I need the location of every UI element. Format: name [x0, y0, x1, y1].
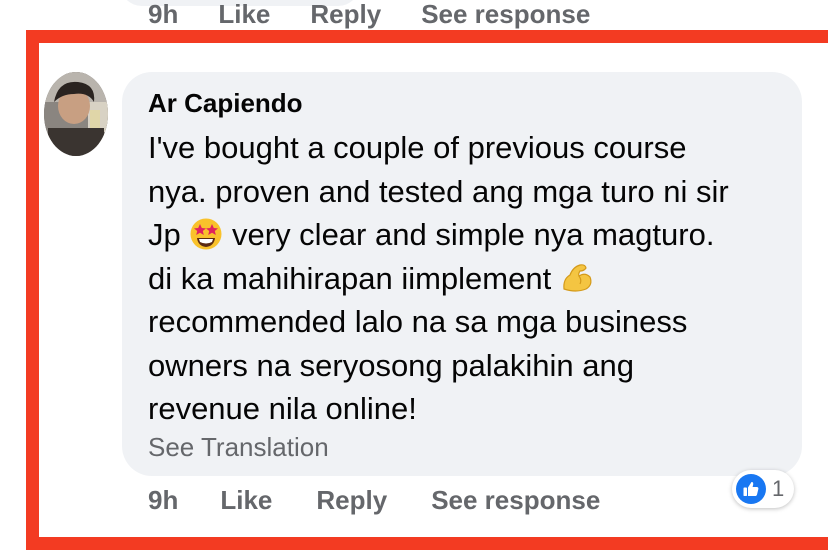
comment-line-3-text: very clear and simple nya magturo.	[232, 217, 715, 252]
comment-line-4-text: di ka mahihirapan iimplement	[148, 260, 552, 296]
comment-line-6: owners na seryosong palakihin ang	[148, 347, 634, 383]
author-avatar[interactable]	[44, 72, 108, 156]
comment-timestamp[interactable]: 9h	[148, 485, 178, 516]
comment-line-1: I've bought a couple of previous course	[148, 130, 687, 165]
comment-line-3: Jp very clear and simple nya magturo.	[148, 213, 788, 257]
comment-author-name[interactable]: Ar Capiendo	[148, 88, 303, 119]
comment-line-7: revenue nila online!	[148, 391, 417, 426]
flexed-biceps-icon	[563, 263, 592, 292]
reaction-summary[interactable]: 1	[732, 470, 795, 508]
reaction-count: 1	[772, 476, 785, 501]
star-struck-emoji-icon	[190, 218, 222, 250]
comment-screenshot: 9h Like Reply See response Ar Capiendo I…	[0, 0, 828, 560]
previous-comment-time: 9h	[148, 0, 179, 29]
avatar-photo	[44, 72, 108, 156]
comment-line-3-prefix: Jp	[148, 217, 181, 252]
previous-reply-button[interactable]: Reply	[310, 0, 381, 30]
previous-comment-actions: 9h Like Reply See response	[148, 0, 630, 34]
like-icon	[736, 474, 766, 504]
reply-button[interactable]: Reply	[316, 485, 387, 516]
comment-line-5: recommended lalo na sa mga business	[148, 304, 688, 339]
previous-like-button[interactable]: Like	[218, 0, 270, 30]
comment-actions: 9h Like Reply See response	[148, 480, 600, 520]
see-response-button[interactable]: See response	[431, 485, 600, 516]
previous-see-response-button[interactable]: See response	[421, 0, 590, 30]
thumbs-up-icon	[743, 481, 759, 496]
comment-body: I've bought a couple of previous course …	[148, 126, 788, 431]
comment-line-2: nya. proven and tested ang mga turo ni s…	[148, 173, 729, 209]
see-translation-link[interactable]: See Translation	[148, 432, 329, 463]
like-button[interactable]: Like	[220, 485, 272, 516]
comment-line-4: di ka mahihirapan iimplement	[148, 257, 788, 301]
